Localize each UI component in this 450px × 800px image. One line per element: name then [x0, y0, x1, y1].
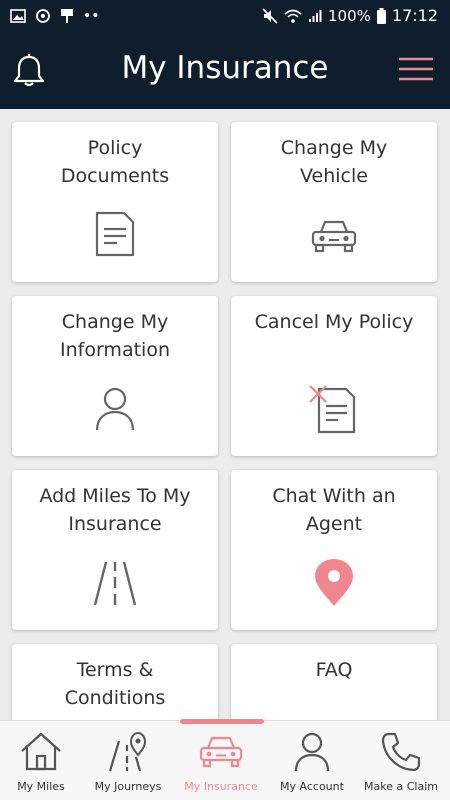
page-title: My Insurance	[121, 50, 329, 86]
tab-label: My Miles	[17, 780, 65, 793]
card-policy-documents[interactable]: Policy Documents	[12, 122, 218, 282]
cancel-document-icon	[309, 385, 356, 434]
hamburger-menu-icon[interactable]	[398, 56, 434, 82]
road-icon	[93, 561, 137, 606]
tab-my-insurance[interactable]: My Insurance	[176, 721, 266, 800]
card-faq[interactable]: FAQ	[231, 644, 437, 720]
card-terms-and-conditions[interactable]: Terms & Conditions	[12, 644, 218, 720]
home-icon	[21, 732, 61, 771]
road-pin-icon	[108, 731, 147, 772]
card-cancel-my-policy[interactable]: Cancel My Policy	[231, 296, 437, 456]
card-add-miles[interactable]: Add Miles To My Insurance	[12, 470, 218, 630]
card-label: Chat With an Agent	[272, 485, 396, 535]
person-icon	[294, 732, 330, 772]
clock: 17:12	[391, 6, 438, 25]
system-status: 100% 17:12	[262, 6, 438, 25]
more-notifications-icon: ••	[83, 8, 100, 24]
card-label: Add Miles To My Insurance	[39, 485, 191, 535]
signal-icon	[309, 9, 322, 22]
car-icon	[311, 220, 357, 253]
tab-my-journeys[interactable]: My Journeys	[83, 721, 173, 800]
notification-icons: ••	[10, 8, 100, 24]
app-header: My Insurance	[0, 32, 450, 109]
battery-percentage: 100%	[328, 6, 371, 25]
tab-make-a-claim[interactable]: Make a Claim	[356, 721, 446, 800]
battery-icon	[376, 7, 386, 24]
card-label: Policy Documents	[60, 137, 170, 187]
wifi-icon	[284, 9, 302, 23]
tab-my-account[interactable]: My Account	[267, 721, 357, 800]
card-label: Change My Vehicle	[280, 137, 388, 187]
sync-icon	[36, 9, 50, 23]
tab-label: My Insurance	[184, 780, 258, 793]
card-label: Cancel My Policy	[254, 311, 414, 333]
bottom-tab-bar: My Miles My Journeys My Insurance My Acc…	[0, 719, 450, 800]
insurance-menu-grid: Policy Documents Change My Vehicle Chang…	[0, 109, 450, 720]
card-label: FAQ	[315, 659, 353, 681]
card-chat-with-agent[interactable]: Chat With an Agent	[231, 470, 437, 630]
document-icon	[95, 211, 135, 257]
card-label: Terms & Conditions	[64, 659, 166, 709]
card-change-my-information[interactable]: Change My Information	[12, 296, 218, 456]
phone-icon	[381, 732, 421, 772]
card-change-my-vehicle[interactable]: Change My Vehicle	[231, 122, 437, 282]
location-pin-icon	[315, 559, 353, 606]
image-icon	[10, 9, 26, 23]
tab-label: My Journeys	[94, 780, 162, 793]
person-icon	[95, 387, 135, 431]
tab-label: Make a Claim	[364, 780, 438, 793]
car-icon	[199, 736, 243, 768]
mailbox-icon	[61, 9, 73, 23]
tab-label: My Account	[280, 780, 344, 793]
tab-my-miles[interactable]: My Miles	[0, 721, 86, 800]
card-label: Change My Information	[60, 311, 170, 361]
status-bar: •• 100% 17:12	[0, 0, 450, 32]
mute-icon	[262, 7, 278, 24]
